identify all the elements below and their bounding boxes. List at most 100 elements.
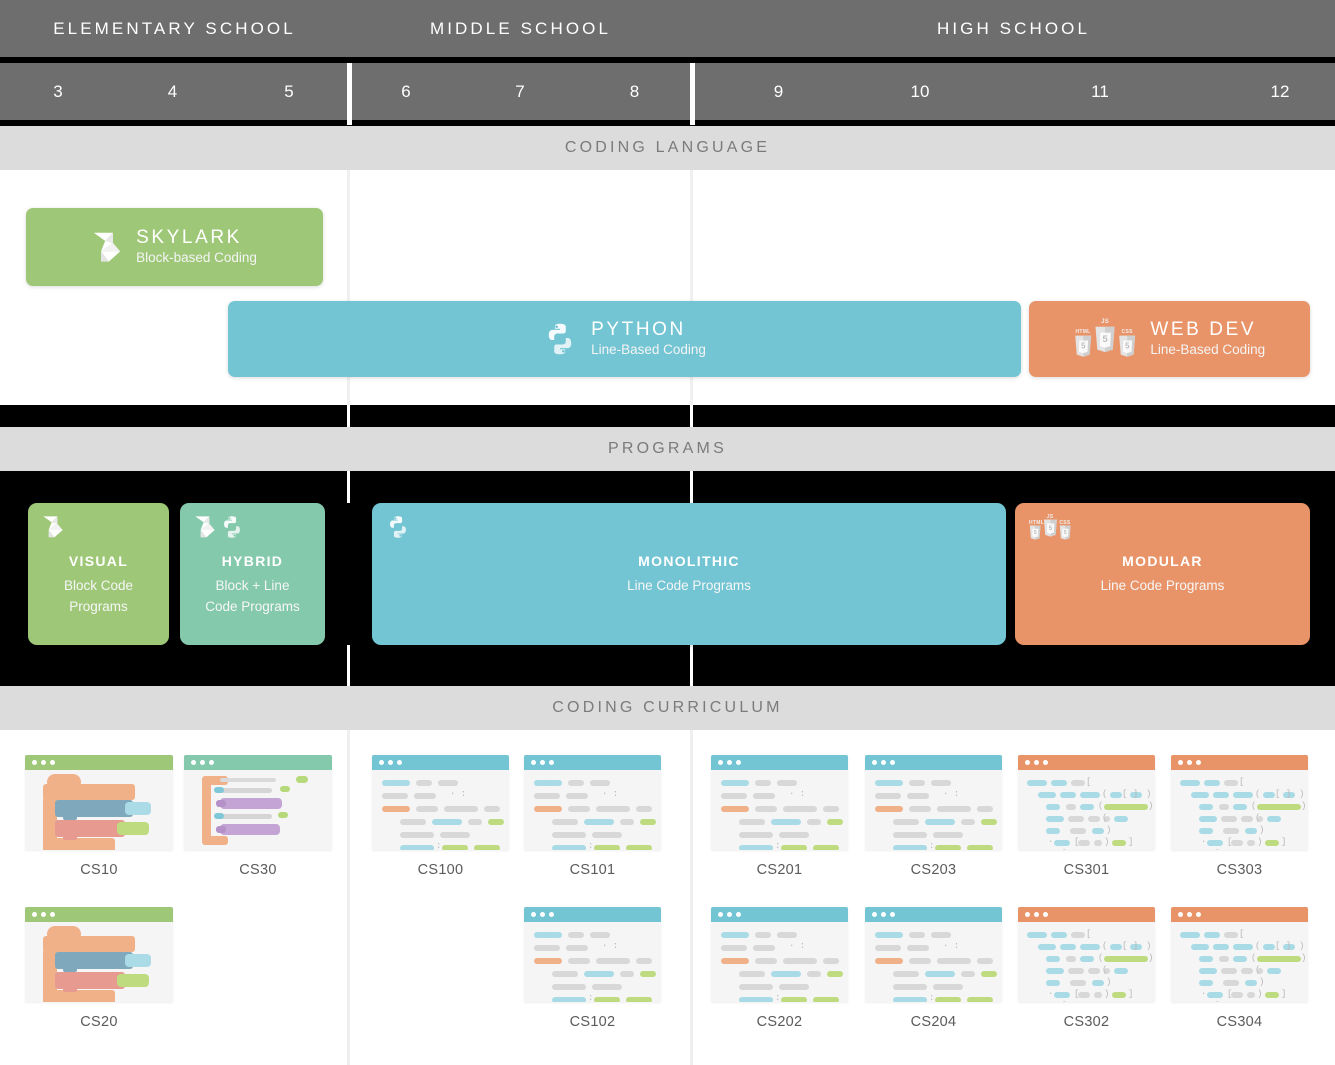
course-thumb-cs302[interactable]: [([ ])()()·[)]]]CS302	[1018, 907, 1155, 1030]
html-shield-icon: 5HTML	[1074, 335, 1092, 357]
window-dot	[727, 760, 732, 765]
course-label: CS101	[524, 862, 661, 878]
svg-text:5: 5	[1081, 341, 1086, 350]
window-dot	[736, 760, 741, 765]
course-thumb-cs30[interactable]: CS30	[184, 755, 332, 878]
language-subtitle: Line-Based Coding	[591, 341, 706, 360]
course-thumb-cs102[interactable]: · ::CS102	[524, 907, 661, 1030]
window-dot	[1043, 912, 1048, 917]
course-code-preview	[184, 770, 332, 850]
course-thumb-cs204[interactable]: · ::CS204	[865, 907, 1002, 1030]
course-code-preview	[25, 922, 173, 1002]
course-thumb-cs203[interactable]: · ::CS203	[865, 755, 1002, 878]
program-subtitle: Block + LineCode Programs	[205, 576, 300, 618]
webdev-shields-icon: 5HTML5JS5CSS	[1074, 320, 1137, 358]
language-name: SKYLARK	[136, 226, 257, 250]
course-thumb-cs201[interactable]: · ::CS201	[711, 755, 848, 878]
course-label: CS201	[711, 862, 848, 878]
window-dot	[1178, 760, 1183, 765]
window-dot	[1196, 912, 1201, 917]
language-card-skylark[interactable]: SKYLARKBlock-based Coding	[26, 208, 323, 286]
window-dot	[1196, 760, 1201, 765]
window-dot	[50, 912, 55, 917]
course-code-preview: [([ ])()()·[)]]]	[1171, 922, 1308, 1002]
column-divider-0	[347, 471, 350, 503]
window-dot	[1187, 912, 1192, 917]
course-thumb-cs100[interactable]: · ::CS100	[372, 755, 509, 878]
column-divider-1	[690, 730, 693, 1065]
course-window-titlebar	[524, 907, 661, 922]
language-name: PYTHON	[591, 318, 706, 342]
program-card-visual[interactable]: VISUALBlock CodePrograms	[28, 503, 169, 645]
course-code-preview: · ::	[711, 922, 848, 1002]
window-dot	[549, 760, 554, 765]
python-logo-icon	[386, 515, 410, 539]
window-dot	[531, 912, 536, 917]
course-window-titlebar	[865, 907, 1002, 922]
course-thumb-cs101[interactable]: · ::CS101	[524, 755, 661, 878]
program-card-body: MODULAR Line Code Programs	[1015, 553, 1310, 597]
window-dot	[1034, 912, 1039, 917]
window-dot	[718, 912, 723, 917]
column-divider-1	[690, 645, 693, 686]
course-window-titlebar	[184, 755, 332, 770]
course-code-preview: · ::	[865, 770, 1002, 850]
program-card-monolithic[interactable]: MONOLITHICLine Code Programs	[372, 503, 1006, 645]
css-shield-icon: 5CSS	[1059, 525, 1071, 540]
window-dot	[736, 912, 741, 917]
course-code-preview: · ::	[372, 770, 509, 850]
window-dot	[890, 912, 895, 917]
program-card-body: VISUALBlock CodePrograms	[28, 553, 169, 618]
course-window-titlebar	[1018, 907, 1155, 922]
course-label: CS202	[711, 1014, 848, 1030]
course-thumb-cs10[interactable]: CS10	[25, 755, 173, 878]
course-window-titlebar	[711, 755, 848, 770]
language-card-content: PYTHONLine-Based Coding	[543, 318, 706, 361]
course-label: CS304	[1171, 1014, 1308, 1030]
window-dot	[1025, 912, 1030, 917]
course-window-titlebar	[25, 755, 173, 770]
program-name: MONOLITHIC	[638, 553, 740, 569]
window-dot	[32, 760, 37, 765]
course-thumb-cs303[interactable]: [([ ])()()·[)]]]CS303	[1171, 755, 1308, 878]
course-code-preview	[25, 770, 173, 850]
language-card-web-dev[interactable]: 5HTML5JS5CSSWEB DEVLine-Based Coding	[1029, 301, 1310, 377]
window-dot	[540, 912, 545, 917]
course-label: CS204	[865, 1014, 1002, 1030]
window-dot	[379, 760, 384, 765]
course-window: · ::	[711, 755, 848, 850]
window-dot	[191, 760, 196, 765]
language-card-text: WEB DEVLine-Based Coding	[1150, 318, 1265, 361]
window-dot	[388, 760, 393, 765]
program-card-body: MONOLITHICLine Code Programs	[372, 553, 1006, 597]
webdev-shields-icon: 5HTML5JS5CSS	[1029, 515, 1071, 541]
course-label: CS30	[184, 862, 332, 878]
js-shield-icon: 5JS	[1094, 326, 1116, 353]
program-card-hybrid[interactable]: HYBRIDBlock + LineCode Programs	[180, 503, 325, 645]
window-dot	[531, 760, 536, 765]
window-dot	[540, 760, 545, 765]
course-thumb-cs20[interactable]: CS20	[25, 907, 173, 1030]
course-window-titlebar	[1171, 755, 1308, 770]
course-code-preview: · ::	[865, 922, 1002, 1002]
course-thumb-cs301[interactable]: [([ ])()()·[)]]]CS301	[1018, 755, 1155, 878]
svg-text:5: 5	[1063, 530, 1066, 536]
course-label: CS100	[372, 862, 509, 878]
language-card-python[interactable]: PYTHONLine-Based Coding	[228, 301, 1021, 377]
course-window: [([ ])()()·[)]]]	[1018, 907, 1155, 1002]
course-window-titlebar	[372, 755, 509, 770]
course-label: CS102	[524, 1014, 661, 1030]
course-code-preview: · ::	[524, 770, 661, 850]
skylark-logo-icon	[42, 515, 64, 539]
course-window-titlebar	[524, 755, 661, 770]
course-thumb-cs304[interactable]: [([ ])()()·[)]]] CS304	[1171, 907, 1308, 1030]
course-window: [([ ])()()·[)]]]	[1018, 755, 1155, 850]
program-card-modular[interactable]: 5HTML5JS5CSS MODULAR Line Code Programs	[1015, 503, 1310, 645]
program-subtitle: Line Code Programs	[1101, 576, 1225, 597]
window-dot	[397, 760, 402, 765]
program-name: MODULAR	[1122, 553, 1203, 569]
grade-divider-0	[347, 63, 352, 125]
course-thumb-cs202[interactable]: · ::CS202	[711, 907, 848, 1030]
window-dot	[1187, 760, 1192, 765]
skylark-logo-icon	[92, 231, 122, 263]
